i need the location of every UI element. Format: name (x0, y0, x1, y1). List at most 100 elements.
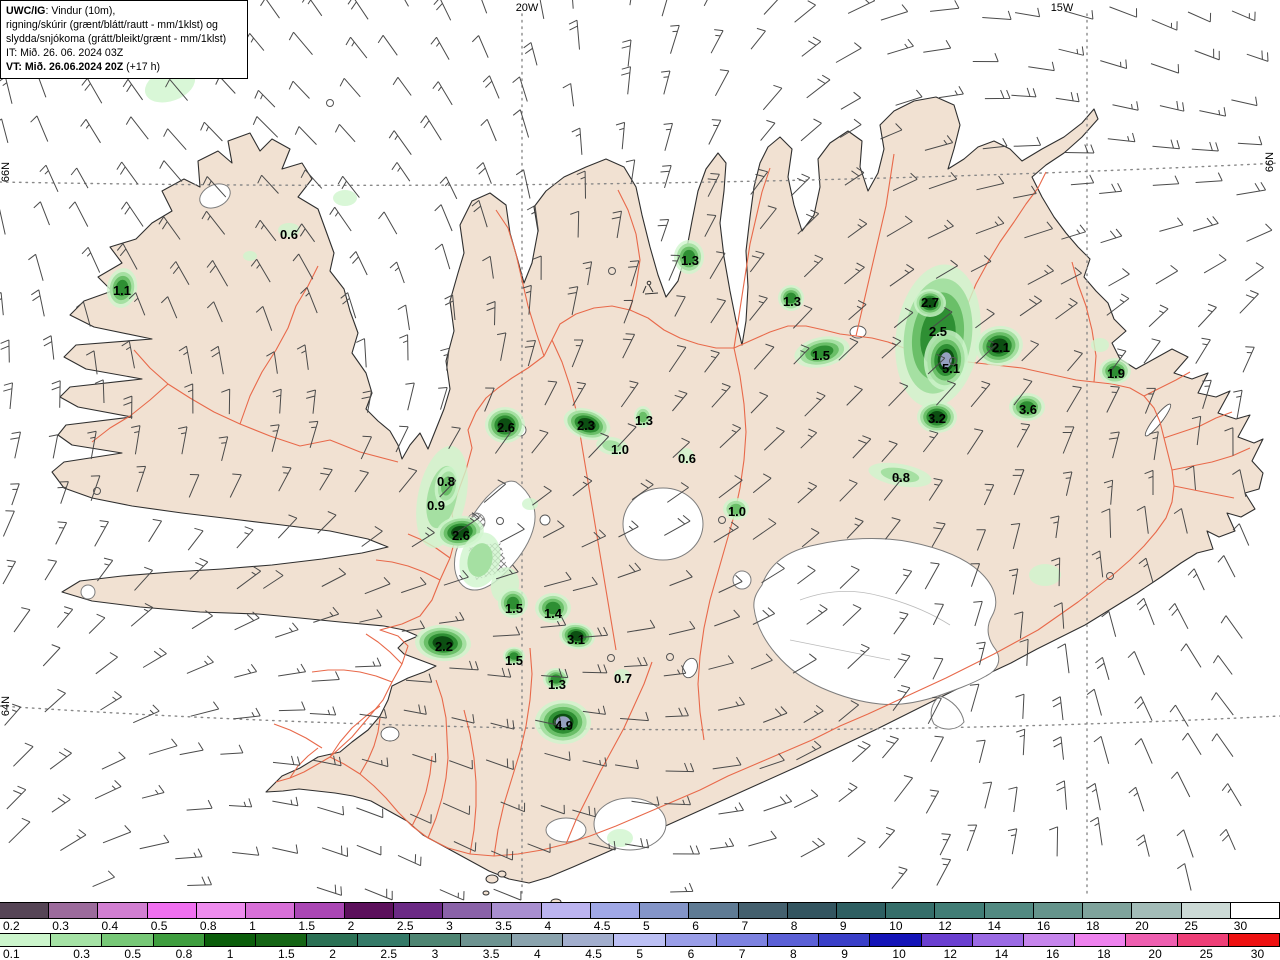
colorbar-segment (836, 903, 887, 918)
weather-map-page: 20W 15W 66N 66N 64N 0.6 1.1 1.3 1.3 2.7 2.5 2.1 5.1 1… (0, 0, 1280, 960)
colorbar-segment (935, 903, 985, 918)
colorbar-segment (1230, 903, 1280, 918)
colorbar-segment (541, 903, 591, 918)
colorbar-segment (563, 934, 615, 946)
colorbar-tick-label: 4 (534, 947, 541, 960)
colorbar-tick-label: 6 (687, 947, 695, 960)
precip-value: 5.1 (942, 361, 960, 376)
colorbar-tick-label: 4 (544, 919, 552, 933)
colorbar-top-labels: 0.2 0.3 0.4 0.5 0.8 1 1.5 2 2.5 3 3.5 4 4.5 5 6 7 8 9 10 12… (0, 919, 1280, 933)
colorbar-segment (98, 903, 148, 918)
colorbar-tick-label: 0.3 (73, 947, 90, 960)
colorbar-segment (1126, 934, 1178, 946)
colorbar-segment (344, 903, 394, 918)
colorbar-segment (512, 934, 564, 946)
colorbar-tick-label: 3 (446, 919, 453, 933)
colorbar-segment (689, 903, 739, 918)
colorbar-tick-label: 12 (938, 919, 952, 933)
colorbar-segment (1181, 903, 1231, 918)
colorbar-tick-label: 16 (1036, 919, 1051, 933)
colorbar-tick-label: 0.3 (52, 919, 69, 933)
colorbar-segment (870, 934, 922, 946)
colorbar-segment (787, 903, 837, 918)
colorbar-segment (295, 903, 345, 918)
precip-value: 0.8 (437, 474, 455, 489)
precip-value: 1.3 (783, 294, 801, 309)
colorbar-segment (1228, 934, 1280, 946)
colorbar-tick-label: 9 (839, 919, 847, 933)
colorbar-tick-label: 30 (1233, 919, 1248, 933)
precip-value: 1.1 (113, 283, 131, 298)
precip-value: 0.6 (678, 451, 696, 466)
colorbar-bottom-labels: 0.1 0.3 0.5 0.8 1 1.5 2 2.5 3 3.5 4 4.5 5 6 7 8 9 10 12 14 1… (0, 947, 1280, 960)
colorbar-tick-label: 18 (1097, 947, 1111, 960)
colorbar-tick-label: 2.5 (380, 947, 398, 960)
precip-value: 2.3 (577, 418, 595, 433)
parallel-label-right: 66N (1264, 152, 1276, 172)
colorbar-tick-label: 1.5 (298, 919, 316, 933)
colorbar-tick-label: 18 (1086, 919, 1100, 933)
colorbar-tick-label: 9 (841, 947, 848, 960)
colorbar-tick-label: 8 (790, 919, 798, 933)
colorbar-segment (49, 903, 99, 918)
colorbar-segment (492, 903, 542, 918)
colorbar-segment (768, 934, 820, 946)
colorbar-tick-label: 30 (1250, 947, 1265, 960)
colorbar-segment (246, 903, 296, 918)
colorbar-segment (409, 934, 461, 946)
colorbar-segment (1132, 903, 1182, 918)
colorbar-segment (102, 934, 154, 946)
meridian-label: 20W (516, 2, 539, 14)
colorbar-tick-label: 25 (1184, 919, 1198, 933)
colorbar-tick-label: 10 (892, 947, 906, 960)
parallel-label-left: 66N (0, 162, 12, 182)
colorbar-segment (819, 934, 871, 946)
precip-value: 1.0 (611, 442, 629, 457)
precip-value: 1.0 (728, 504, 746, 519)
colorbar-tick-label: 1 (226, 947, 234, 960)
colorbar-tick-label: 3 (431, 947, 439, 960)
colorbar-segment (921, 934, 973, 946)
colorbar-tick-label: 2.5 (396, 919, 414, 933)
precip-value: 1.5 (505, 601, 523, 616)
colorbar-segment (0, 903, 50, 918)
precip-cell (1091, 338, 1109, 352)
colorbar-segment (1177, 934, 1229, 946)
colorbar-tick-label: 7 (741, 919, 749, 933)
colorbar-tick-label: 6 (692, 919, 699, 933)
colorbar-tick-label: 4.5 (585, 947, 602, 960)
precip-value: 1.3 (548, 677, 566, 692)
colorbar-segment (0, 934, 52, 946)
colorbar-segment (972, 934, 1025, 946)
colorbar-segment (153, 934, 205, 946)
colorbar-tick-label: 1 (249, 919, 256, 933)
colorbar-tick-label: 20 (1135, 919, 1149, 933)
precip-value: 1.9 (1107, 366, 1125, 381)
colorbar-tick-label: 5 (636, 947, 644, 960)
colorbar-segment (665, 934, 717, 946)
precip-value: 0.6 (280, 227, 298, 242)
colorbar-segment (1083, 903, 1133, 918)
colorbar-bottom (0, 933, 1280, 947)
colorbar-tick-label: 4.5 (593, 919, 611, 933)
colorbar-tick-label: 0.8 (175, 947, 193, 960)
colorbar-tick-label: 20 (1148, 947, 1162, 960)
colorbar-segment (984, 903, 1034, 918)
precip-value: 2.7 (921, 295, 939, 310)
legend-line-5: VT: Mið. 26.06.2024 20Z (+17 h) (6, 61, 160, 73)
precip-value: 1.3 (635, 413, 653, 428)
precip-cell (1029, 564, 1061, 586)
colorbar-tick-label: 0.1 (3, 947, 20, 960)
precip-value: 4.9 (555, 718, 573, 733)
colorbar-tick-label: 2 (329, 947, 336, 960)
precip-value: 1.5 (812, 348, 830, 363)
colorbar-tick-label: 12 (943, 947, 957, 960)
colorbar-segment (886, 903, 936, 918)
model-id: UWC/IG (6, 5, 46, 17)
colorbar-tick-label: 8 (790, 947, 797, 960)
colorbar-tick-label: 3.5 (482, 947, 500, 960)
colorbar-segment (256, 934, 308, 946)
legend-line-4: IT: Mið. 26. 06. 2024 03Z (6, 47, 124, 59)
legend-line-3: slydda/snjókoma (grátt/bleikt/grænt - mm… (6, 33, 227, 45)
colorbar-tick-label: 0.5 (150, 919, 168, 933)
